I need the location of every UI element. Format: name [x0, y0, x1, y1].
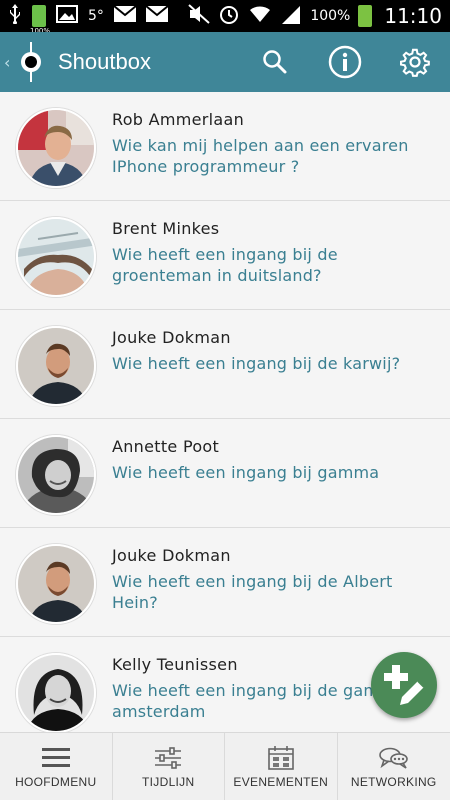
list-item[interactable]: Rob Ammerlaan Wie kan mij helpen aan een…: [0, 92, 450, 201]
shout-author: Jouke Dokman: [112, 546, 231, 565]
search-button[interactable]: [240, 32, 310, 92]
bottom-nav: HOOFDMENU TIJDLIJN EVENEMENTEN NETWORKIN…: [0, 732, 450, 800]
nav-label: TIJDLIJN: [142, 775, 195, 789]
app-logo-icon[interactable]: [18, 42, 44, 82]
battery-icon: [358, 5, 373, 27]
shout-author: Brent Minkes: [112, 219, 220, 238]
avatar: [16, 326, 96, 406]
nav-label: NETWORKING: [350, 775, 437, 789]
nav-evenementen[interactable]: EVENEMENTEN: [225, 733, 338, 800]
settings-icon: [400, 48, 430, 77]
list-item[interactable]: Jouke Dokman Wie heeft een ingang bij de…: [0, 528, 450, 637]
list-item[interactable]: Annette Poot Wie heeft een ingang bij ga…: [0, 419, 450, 528]
calendar-icon: [267, 745, 294, 771]
shout-message[interactable]: Wie heeft een ingang bij gamma: [112, 462, 437, 483]
add-compose-icon: [384, 665, 425, 705]
mail-icon: [113, 5, 137, 26]
avatar: [16, 653, 96, 732]
avatar: [16, 435, 96, 515]
shout-message[interactable]: Wie heeft een ingang bij de karwij?: [112, 353, 437, 374]
page-title: Shoutbox: [58, 49, 151, 74]
avatar: [16, 217, 96, 297]
nfc-muted-icon: [188, 4, 210, 28]
image-icon: [56, 5, 78, 27]
signal-icon: [280, 4, 302, 28]
list-item[interactable]: Jouke Dokman Wie heeft een ingang bij de…: [0, 310, 450, 419]
nav-label: EVENEMENTEN: [233, 775, 329, 789]
new-shout-button[interactable]: [371, 652, 437, 718]
avatar: [16, 108, 96, 188]
shout-message[interactable]: Wie heeft een ingang bij de Albert Hein?: [112, 571, 437, 613]
shout-list[interactable]: Rob Ammerlaan Wie kan mij helpen aan een…: [0, 92, 450, 732]
shout-author: Rob Ammerlaan: [112, 110, 245, 129]
avatar: [16, 544, 96, 624]
shout-message[interactable]: Wie heeft een ingang bij de groenteman i…: [112, 244, 437, 286]
wifi-icon: [248, 4, 272, 28]
list-item[interactable]: Brent Minkes Wie heeft een ingang bij de…: [0, 201, 450, 310]
alarm-icon: [218, 3, 240, 29]
chat-icon: [378, 745, 409, 771]
clock: 11:10: [384, 4, 442, 28]
shout-message[interactable]: Wie kan mij helpen aan een ervaren IPhon…: [112, 135, 437, 177]
shout-author: Annette Poot: [112, 437, 220, 456]
sliders-icon: [154, 745, 182, 771]
info-icon: [328, 45, 362, 79]
nav-networking[interactable]: NETWORKING: [338, 733, 450, 800]
menu-icon: [41, 745, 70, 771]
search-icon: [263, 50, 287, 74]
nav-tijdlijn[interactable]: TIJDLIJN: [113, 733, 225, 800]
app-bar: ‹ Shoutbox: [0, 32, 450, 92]
battery-small-icon: 100%: [30, 5, 50, 35]
info-button[interactable]: [310, 32, 380, 92]
weather-temp: 5°: [88, 8, 104, 24]
nav-label: HOOFDMENU: [15, 775, 97, 789]
battery-percent: 100%: [310, 8, 351, 24]
mail-icon-2: [145, 5, 169, 26]
shout-author: Jouke Dokman: [112, 328, 231, 347]
settings-button[interactable]: [380, 32, 450, 92]
status-bar: 100% 5° 100% 11:10: [0, 0, 450, 35]
nav-hoofdmenu[interactable]: HOOFDMENU: [0, 733, 113, 800]
usb-icon: [8, 4, 22, 28]
back-chevron-icon[interactable]: ‹: [4, 53, 18, 72]
